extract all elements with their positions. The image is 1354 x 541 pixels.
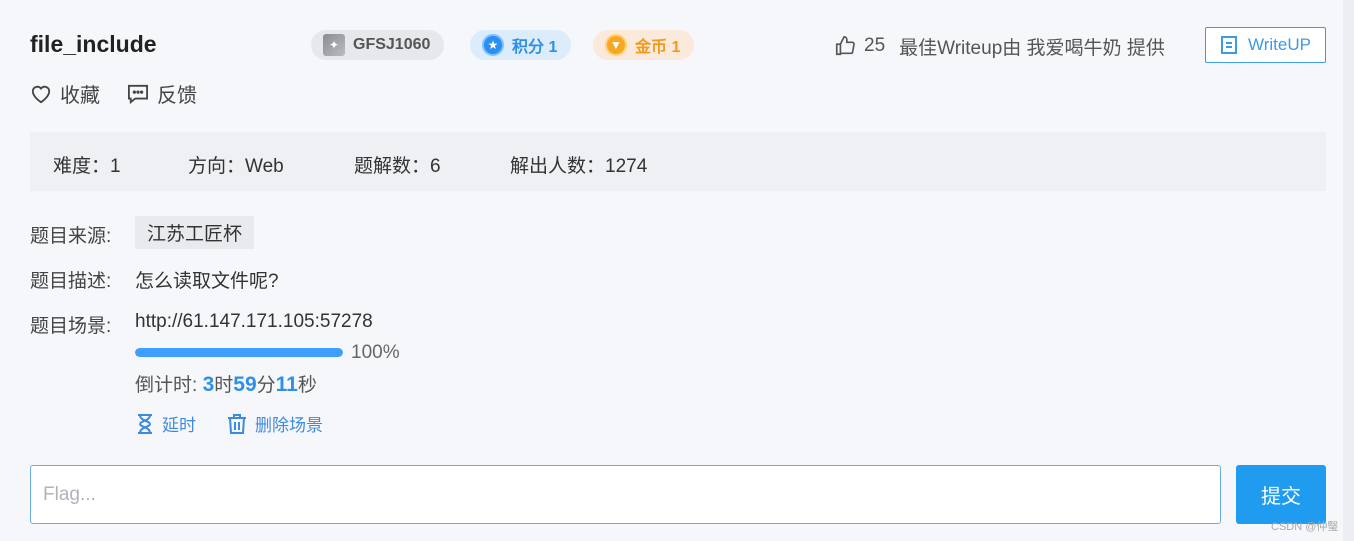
delay-button[interactable]: 延时	[136, 411, 196, 436]
solver-count: 解出人数：1274	[510, 156, 648, 177]
heart-icon	[31, 85, 51, 103]
countdown-minutes: 59	[233, 373, 257, 396]
countdown-seconds: 11	[275, 373, 298, 396]
hourglass-icon	[138, 413, 152, 434]
challenge-id-badge: ✦ GFSJ1060	[311, 30, 445, 60]
right-edge-strip	[1343, 0, 1354, 541]
writeup-button-label: WriteUP	[1248, 35, 1311, 54]
challenge-title: file_include	[30, 31, 157, 57]
challenge-id-text: GFSJ1060	[353, 36, 431, 53]
scene-url[interactable]: http://61.147.171.105:57278	[135, 311, 373, 333]
difficulty: 难度：1	[53, 156, 121, 177]
trash-icon	[228, 413, 246, 434]
feedback-label: 反馈	[157, 85, 197, 107]
minutes-unit: 分	[256, 375, 276, 396]
favorite-label: 收藏	[60, 85, 100, 107]
writeup-button[interactable]: WriteUP	[1205, 27, 1326, 63]
delete-scene-label: 删除场景	[255, 416, 323, 435]
flag-input[interactable]	[30, 465, 1221, 524]
source-tag: 江苏工匠杯	[135, 216, 255, 249]
coin-badge: ▼ 金币 1	[593, 30, 695, 60]
thumbs-up-icon[interactable]	[834, 35, 856, 57]
description-text: 怎么读取文件呢?	[135, 271, 279, 292]
source-label: 题目来源:	[30, 226, 112, 247]
countdown-hours: 3	[202, 373, 215, 396]
countdown: 倒计时: 3时59分11秒	[135, 370, 317, 397]
feedback-button[interactable]: 反馈	[127, 79, 197, 108]
puzzle-icon: ✦	[323, 34, 345, 56]
coin-text: 金币 1	[635, 39, 681, 56]
scene-progress-bar	[135, 348, 343, 357]
countdown-prefix: 倒计时:	[135, 375, 203, 396]
progress-fill	[135, 348, 343, 357]
description-label: 题目描述:	[30, 271, 112, 292]
best-writeup-text[interactable]: 最佳Writeup由 我爱喝牛奶 提供	[899, 33, 1165, 60]
comment-icon	[128, 84, 148, 104]
solution-count: 题解数：6	[354, 156, 441, 177]
star-icon: ★	[482, 34, 504, 56]
hours-unit: 时	[214, 375, 234, 396]
challenge-info-bar: 难度：1 方向：Web 题解数：6 解出人数：1274	[30, 132, 1326, 191]
favorite-button[interactable]: 收藏	[30, 79, 100, 108]
scene-label: 题目场景:	[30, 316, 112, 337]
score-badge: ★ 积分 1	[470, 30, 572, 60]
submit-button[interactable]: 提交	[1236, 465, 1326, 524]
coin-icon: ▼	[605, 34, 627, 56]
document-icon	[1221, 36, 1237, 54]
score-text: 积分 1	[512, 39, 558, 56]
likes-area: 25 最佳Writeup由 我爱喝牛奶 提供	[834, 33, 1165, 59]
delay-label: 延时	[162, 416, 196, 435]
delete-scene-button[interactable]: 删除场景	[227, 411, 323, 436]
likes-count: 25	[864, 35, 886, 56]
watermark: CSDN @仲瑿	[1271, 521, 1339, 533]
progress-percent: 100%	[351, 342, 400, 363]
direction: 方向：Web	[188, 156, 284, 177]
seconds-unit: 秒	[297, 375, 317, 396]
